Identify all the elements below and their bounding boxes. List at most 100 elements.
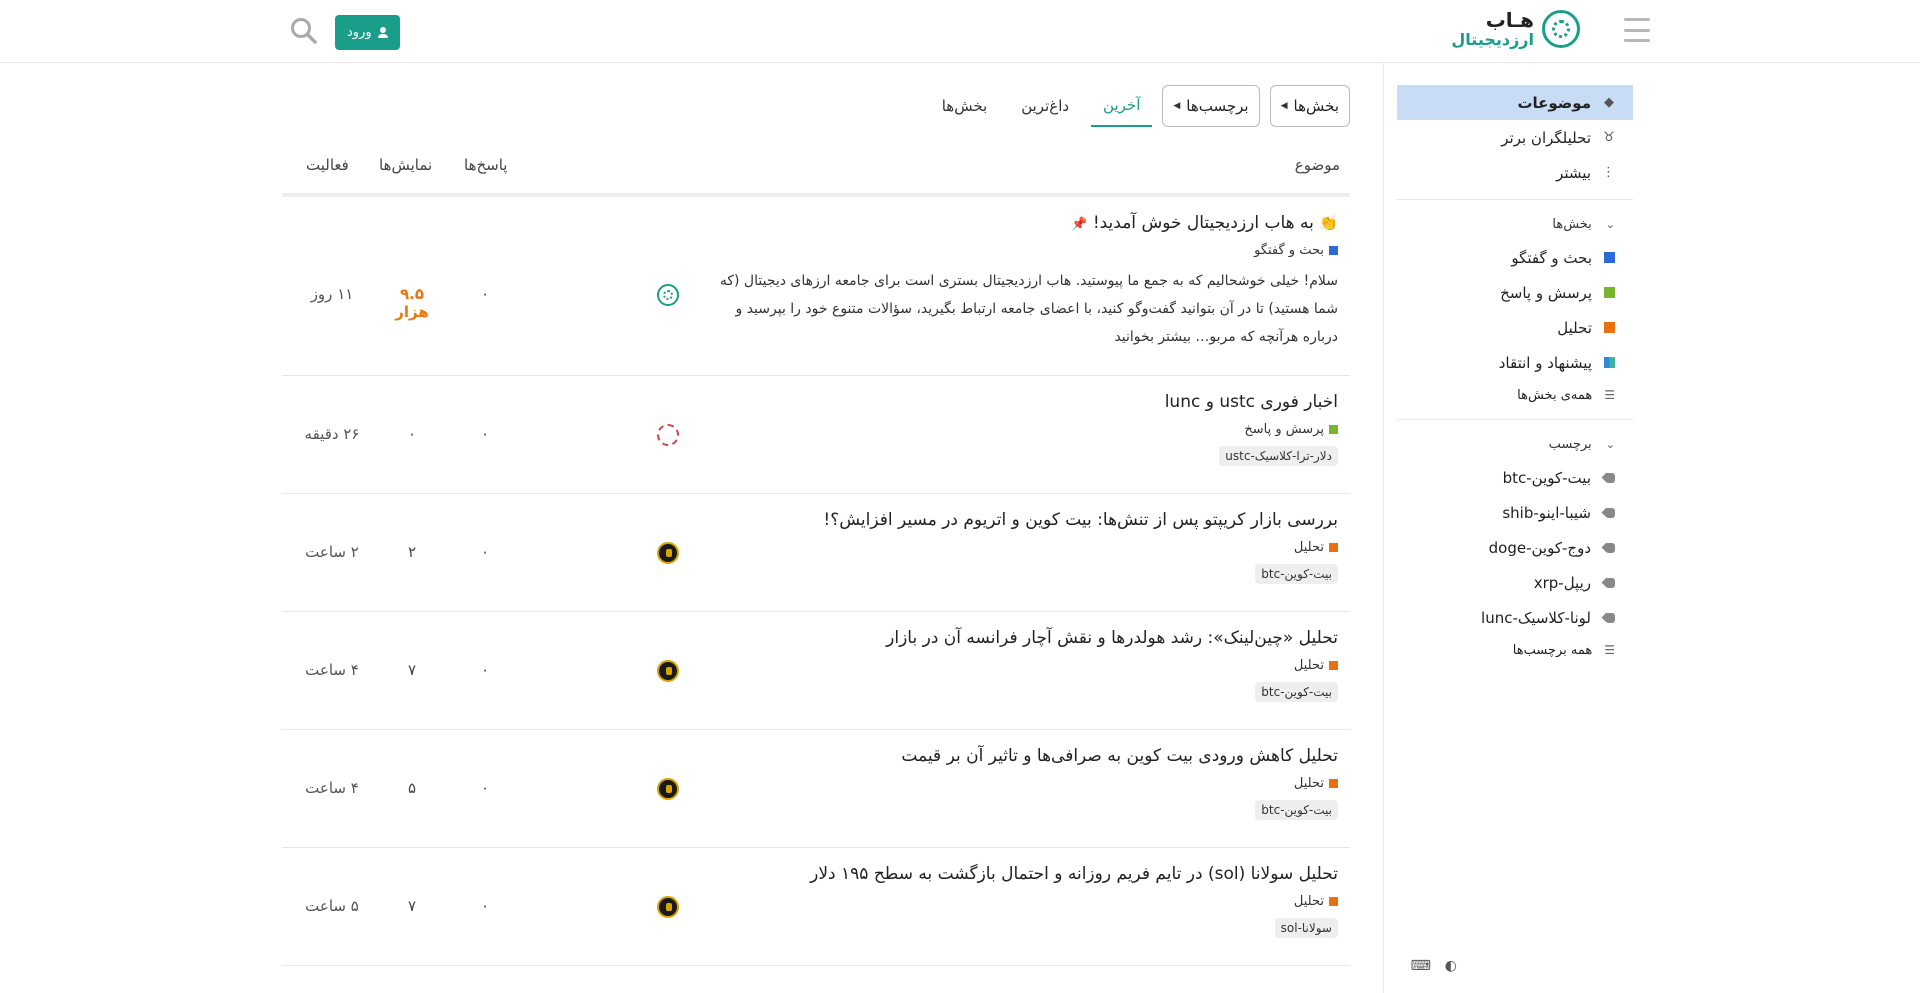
layers-icon: ◆ <box>1604 95 1614 110</box>
sidebar-all-tags[interactable]: ☰ همه برچسب‌ها <box>1397 635 1633 665</box>
sidebar-item-label: بیت-کوین-btc <box>1502 468 1591 487</box>
avatar[interactable] <box>657 284 679 306</box>
avatar[interactable] <box>657 896 679 918</box>
sidebar-item-section[interactable]: پیشنهاد و انتقاد <box>1397 345 1633 380</box>
views-count: ۷ <box>407 897 417 915</box>
topic-tag[interactable]: بیت-کوین-btc <box>1255 800 1338 820</box>
topic-nav: بخش‌ها ◀ برچسب‌ها ◀ آخرین داغ‌ترین بخش‌ه… <box>930 85 1350 127</box>
sidebar-item-tag[interactable]: لونا-کلاسیک-lunc <box>1397 600 1633 635</box>
column-header-replies[interactable]: پاسخ‌ها <box>464 156 507 174</box>
table-row[interactable]: 👏 به هاب ارزدیجیتال خوش آمدید! 📌 بحث و گ… <box>282 197 1350 376</box>
replies-count: ۰ <box>480 779 490 797</box>
site-logo[interactable]: هـاب ارزدیجیتال <box>1451 10 1580 48</box>
topic-title[interactable]: تحلیل «چین‌لینک»: رشد هولدرها و نقش آچار… <box>886 628 1338 648</box>
activity-time[interactable]: ۲ ساعت <box>297 543 367 561</box>
sidebar-item-section[interactable]: پرسش و پاسخ <box>1397 275 1633 310</box>
topic-category-label: پرسش و پاسخ <box>1244 422 1324 437</box>
sidebar-item-tag[interactable]: شیبا-اینو-shib <box>1397 495 1633 530</box>
topic-title[interactable]: بررسی بازار کریپتو پس از تنش‌ها: بیت کوی… <box>823 510 1338 530</box>
tab-latest[interactable]: آخرین <box>1091 85 1153 127</box>
avatar[interactable] <box>657 660 679 682</box>
topic-category[interactable]: تحلیل <box>1294 658 1338 673</box>
views-count: ۷ <box>407 661 417 679</box>
topic-tag[interactable]: سولانا-sol <box>1274 918 1338 938</box>
pin-icon: 📌 <box>1071 217 1088 232</box>
topic-list: بخش‌ها ◀ برچسب‌ها ◀ آخرین داغ‌ترین بخش‌ه… <box>282 63 1350 993</box>
tab-categories[interactable]: بخش‌ها <box>930 85 999 127</box>
replies-count: ۰ <box>480 425 490 443</box>
activity-time[interactable]: ۴ ساعت <box>297 661 367 679</box>
sidebar-item-more[interactable]: ⋮ بیشتر <box>1397 155 1633 190</box>
activity-time[interactable]: ۱۱ روز <box>297 285 367 303</box>
logo-mark-icon <box>1542 10 1580 48</box>
topic-title-text: به هاب ارزدیجیتال خوش آمدید! <box>1092 213 1314 233</box>
replies-count: ۰ <box>480 897 490 915</box>
topic-category[interactable]: بحث و گفتگو <box>1254 243 1338 258</box>
table-row[interactable]: تحلیل سولانا (sol) در تایم فریم روزانه و… <box>282 848 1350 966</box>
topic-tag[interactable]: بیت-کوین-btc <box>1255 564 1338 584</box>
sections-dropdown-label: بخش‌ها <box>1293 97 1339 115</box>
tags-dropdown[interactable]: برچسب‌ها ◀ <box>1162 85 1260 127</box>
sidebar-item-tag[interactable]: بیت-کوین-btc <box>1397 460 1633 495</box>
topic-title[interactable]: تحلیل کاهش ورودی بیت کوین به صرافی‌ها و … <box>901 746 1338 766</box>
topic-category[interactable]: پرسش و پاسخ <box>1244 422 1338 437</box>
sidebar-item-tag[interactable]: ریپل-xrp <box>1397 565 1633 600</box>
sections-heading-label: بخش‌ها <box>1552 216 1592 232</box>
medal-icon: ♉ <box>1603 130 1615 145</box>
activity-time[interactable]: ۴ ساعت <box>297 779 367 797</box>
topic-tag[interactable]: بیت-کوین-btc <box>1255 682 1338 702</box>
chevron-down-icon: ⌄ <box>1605 217 1615 231</box>
tag-icon <box>1603 612 1615 623</box>
table-row[interactable]: بررسی بازار کریپتو پس از تنش‌ها: بیت کوی… <box>282 494 1350 612</box>
hamburger-menu-icon[interactable] <box>1624 18 1650 42</box>
topic-category-label: تحلیل <box>1293 658 1324 673</box>
sidebar-item-label: همه‌ی بخش‌ها <box>1517 387 1593 403</box>
avatar[interactable] <box>657 778 679 800</box>
sections-heading[interactable]: ⌄ بخش‌ها <box>1397 208 1633 240</box>
divider <box>1397 199 1633 200</box>
replies-count: ۰ <box>480 285 490 303</box>
topic-category[interactable]: تحلیل <box>1294 540 1338 555</box>
column-header-views[interactable]: نمایش‌ها <box>379 156 432 174</box>
logo-line2: ارزدیجیتال <box>1451 30 1534 49</box>
category-color-icon <box>1329 425 1338 434</box>
table-row[interactable]: تحلیل «چین‌لینک»: رشد هولدرها و نقش آچار… <box>282 612 1350 730</box>
search-icon[interactable] <box>290 17 318 45</box>
list-icon: ☰ <box>1604 388 1615 402</box>
column-header-topic[interactable]: موضوع <box>1295 156 1340 174</box>
sections-dropdown[interactable]: بخش‌ها ◀ <box>1269 85 1350 127</box>
views-count: ۰ <box>407 425 417 443</box>
category-color-icon <box>1329 246 1338 255</box>
login-button[interactable]: ورود <box>335 15 400 50</box>
topic-category-label: تحلیل <box>1293 894 1324 909</box>
topic-tag[interactable]: دلار-ترا-کلاسیک-ustc <box>1219 446 1338 466</box>
table-row[interactable]: تحلیل کاهش ورودی بیت کوین به صرافی‌ها و … <box>282 730 1350 848</box>
sidebar-item-section[interactable]: بحث و گفتگو <box>1397 240 1633 275</box>
avatar[interactable] <box>657 424 679 446</box>
views-count: ۹.۵ هزار <box>395 285 429 321</box>
sidebar-all-sections[interactable]: ☰ همه‌ی بخش‌ها <box>1397 380 1633 410</box>
column-header-activity[interactable]: فعالیت <box>306 156 349 174</box>
sidebar-item-top-analysts[interactable]: ♉ تحلیلگران برتر <box>1397 120 1633 155</box>
topic-title[interactable]: تحلیل سولانا (sol) در تایم فریم روزانه و… <box>810 864 1338 884</box>
avatar[interactable] <box>657 542 679 564</box>
caret-left-icon: ◀ <box>1280 101 1288 111</box>
keyboard-icon[interactable]: ⌨ <box>1411 958 1431 974</box>
topic-category[interactable]: تحلیل <box>1294 894 1338 909</box>
activity-time[interactable]: ۲۶ دقیقه <box>297 425 367 443</box>
sidebar-item-label: پرسش و پاسخ <box>1500 283 1592 302</box>
topic-title[interactable]: اخبار فوری ustc و lunc <box>1165 392 1338 412</box>
sidebar-item-label: موضوعات <box>1517 93 1591 112</box>
theme-toggle-icon[interactable]: ◐ <box>1445 958 1457 974</box>
tab-hot[interactable]: داغ‌ترین <box>1009 85 1081 127</box>
sidebar-item-tag[interactable]: دوج-کوین-doge <box>1397 530 1633 565</box>
tags-heading[interactable]: ⌄ برچسب <box>1397 428 1633 460</box>
table-row[interactable]: اخبار فوری ustc و lunc پرسش و پاسخ دلار-… <box>282 376 1350 494</box>
topic-category[interactable]: تحلیل <box>1294 776 1338 791</box>
replies-count: ۰ <box>480 543 490 561</box>
sidebar-item-topics[interactable]: ◆ موضوعات <box>1397 85 1633 120</box>
activity-time[interactable]: ۵ ساعت <box>297 897 367 915</box>
topic-excerpt[interactable]: سلام! خیلی خوشحالیم که به جمع ما پیوستید… <box>698 267 1338 351</box>
topic-title[interactable]: 👏 به هاب ارزدیجیتال خوش آمدید! 📌 <box>1071 213 1338 233</box>
sidebar-item-section[interactable]: تحلیل <box>1397 310 1633 345</box>
